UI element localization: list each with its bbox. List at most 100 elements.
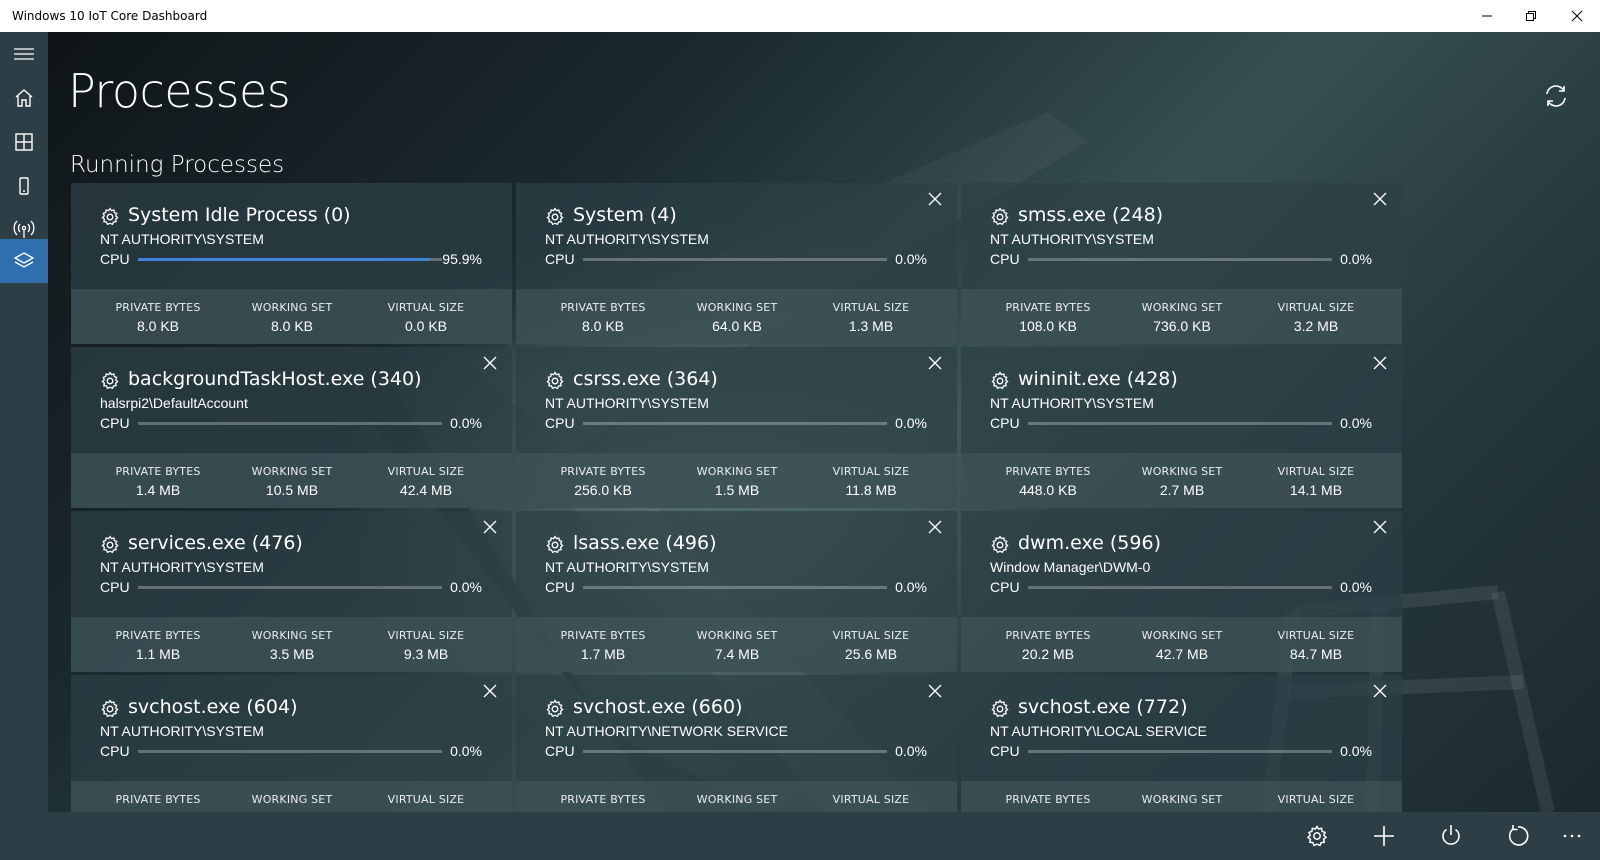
virtual-size-label: VIRTUAL SIZE [1277,629,1355,642]
working-set-stat: WORKING SET 42.7 MB [1112,629,1252,662]
cpu-label: CPU [990,415,1020,431]
virtual-size-label: VIRTUAL SIZE [832,629,910,642]
cpu-value: 0.0% [1340,579,1372,595]
minimize-button[interactable] [1464,0,1510,32]
kill-process-button[interactable] [1372,519,1388,535]
memory-stats: PRIVATE BYTES 20.2 MB WORKING SET 42.7 M… [961,617,1402,672]
virtual-size-value: 84.7 MB [1289,646,1343,662]
cpu-bar [1028,258,1332,261]
private-bytes-label: PRIVATE BYTES [115,301,201,314]
nav-home[interactable] [0,76,48,120]
kill-process-button[interactable] [482,355,498,371]
hamburger-menu-button[interactable] [0,32,48,76]
cpu-value: 0.0% [450,579,482,595]
cpu-bar [583,258,887,261]
virtual-size-stat: VIRTUAL SIZE 11.8 MB [801,465,941,498]
process-card: System Idle Process (0) NT AUTHORITY\SYS… [71,183,512,344]
private-bytes-label: PRIVATE BYTES [1005,465,1091,478]
menu-icon [14,48,34,60]
gear-icon [101,535,119,554]
working-set-label: WORKING SET [1141,465,1223,478]
working-set-value: 64.0 KB [712,318,762,334]
private-bytes-value: 256.0 KB [574,482,632,498]
virtual-size-stat: VIRTUAL SIZE [801,793,941,810]
restart-button[interactable] [1498,818,1538,854]
process-name: System Idle Process (0) [128,204,351,226]
virtual-size-stat: VIRTUAL SIZE 25.6 MB [801,629,941,662]
close-icon [1373,520,1387,534]
private-bytes-stat: PRIVATE BYTES 1.7 MB [533,629,673,662]
gear-icon [546,371,564,390]
home-icon [15,89,33,107]
private-bytes-label: PRIVATE BYTES [1005,793,1091,806]
private-bytes-label: PRIVATE BYTES [1005,629,1091,642]
process-user: NT AUTHORITY\SYSTEM [100,231,264,247]
cpu-bar [138,586,442,589]
cpu-value: 95.9% [442,251,482,267]
process-name: dwm.exe (596) [1018,532,1161,554]
nav-device[interactable] [0,164,48,208]
private-bytes-value: 1.4 MB [135,482,181,498]
virtual-size-label: VIRTUAL SIZE [832,793,910,806]
private-bytes-stat: PRIVATE BYTES 256.0 KB [533,465,673,498]
restart-icon [1508,825,1529,846]
nav-processes[interactable] [0,239,48,283]
working-set-value: 3.5 MB [269,646,315,662]
nav-apps[interactable] [0,120,48,164]
private-bytes-stat: PRIVATE BYTES [533,793,673,810]
cpu-label: CPU [545,743,575,759]
process-user: NT AUTHORITY\SYSTEM [545,231,709,247]
kill-process-button[interactable] [482,683,498,699]
private-bytes-stat: PRIVATE BYTES [88,793,228,810]
memory-stats: PRIVATE BYTES WORKING SET VIRTUAL SIZE [516,781,957,812]
cpu-bar [138,422,442,425]
cpu-value: 0.0% [1340,743,1372,759]
kill-process-button[interactable] [927,355,943,371]
refresh-button[interactable] [1540,80,1572,112]
private-bytes-stat: PRIVATE BYTES 1.4 MB [88,465,228,498]
private-bytes-value: 20.2 MB [1021,646,1075,662]
cpu-bar [1028,422,1332,425]
kill-process-button[interactable] [927,683,943,699]
add-button[interactable] [1364,818,1404,854]
working-set-value: 42.7 MB [1155,646,1209,662]
process-user: NT AUTHORITY\SYSTEM [990,395,1154,411]
process-user: NT AUTHORITY\LOCAL SERVICE [990,723,1207,739]
content-area: Processes Running Processes System Idle … [48,32,1600,812]
minimize-icon [1482,15,1492,17]
restore-button[interactable] [1508,0,1554,32]
kill-process-button[interactable] [1372,355,1388,371]
memory-stats: PRIVATE BYTES 1.1 MB WORKING SET 3.5 MB … [71,617,512,672]
private-bytes-label: PRIVATE BYTES [115,465,201,478]
kill-process-button[interactable] [482,519,498,535]
memory-stats: PRIVATE BYTES 256.0 KB WORKING SET 1.5 M… [516,453,957,508]
close-window-button[interactable] [1554,0,1600,32]
kill-process-button[interactable] [927,191,943,207]
virtual-size-stat: VIRTUAL SIZE 9.3 MB [356,629,496,662]
gear-icon [991,699,1009,718]
settings-icon [1306,825,1328,847]
settings-button[interactable] [1297,818,1337,854]
cpu-value: 0.0% [450,743,482,759]
private-bytes-stat: PRIVATE BYTES 8.0 KB [533,301,673,334]
more-button[interactable] [1552,818,1592,854]
process-name: smss.exe (248) [1018,204,1164,226]
close-icon [1373,192,1387,206]
cpu-label: CPU [100,579,130,595]
close-icon [483,684,497,698]
working-set-stat: WORKING SET [667,793,807,810]
private-bytes-value: 8.0 KB [581,318,625,334]
kill-process-button[interactable] [1372,191,1388,207]
process-card: lsass.exe (496) NT AUTHORITY\SYSTEM CPU … [516,511,957,672]
memory-stats: PRIVATE BYTES 448.0 KB WORKING SET 2.7 M… [961,453,1402,508]
add-icon [1374,826,1394,846]
close-icon [1571,10,1583,22]
process-card: dwm.exe (596) Window Manager\DWM-0 CPU 0… [961,511,1402,672]
shutdown-button[interactable] [1431,818,1471,854]
process-card: wininit.exe (428) NT AUTHORITY\SYSTEM CP… [961,347,1402,508]
kill-process-button[interactable] [1372,683,1388,699]
nav-rail [0,32,48,812]
process-user: NT AUTHORITY\SYSTEM [545,559,709,575]
kill-process-button[interactable] [927,519,943,535]
close-icon [928,520,942,534]
